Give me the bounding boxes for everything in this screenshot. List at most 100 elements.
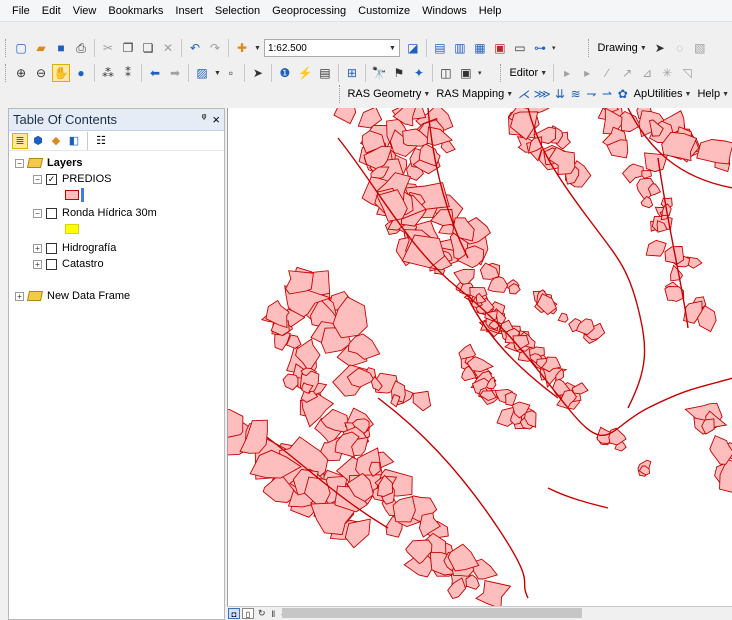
menu-item-windows[interactable]: Windows (416, 0, 473, 22)
split-icon[interactable]: ✳ (658, 64, 676, 82)
reshape-icon[interactable]: ◹ (678, 64, 696, 82)
collapse-icon[interactable]: − (33, 174, 42, 184)
collapse-icon[interactable]: − (15, 158, 24, 168)
identify-icon[interactable]: ❶ (276, 64, 294, 82)
ineffective-area-icon[interactable]: ⇀ (600, 85, 614, 103)
search-window-icon[interactable]: ▦ (471, 39, 489, 57)
menu-item-help[interactable]: Help (473, 0, 508, 22)
toolbar-grip[interactable] (500, 64, 503, 82)
layer-visibility-checkbox[interactable] (46, 207, 57, 219)
pan-icon[interactable]: ✋ (52, 64, 70, 82)
undo-icon[interactable]: ↶ (186, 39, 204, 57)
toolbar-grip[interactable] (588, 39, 591, 57)
redo-icon[interactable]: ↷ (206, 39, 224, 57)
zoom-in-icon[interactable]: ⊕ (12, 64, 30, 82)
toolbar-grip[interactable] (5, 39, 8, 57)
select-features-icon[interactable]: ▨ (193, 64, 211, 82)
stream-centerline-icon[interactable]: ⋌ (517, 85, 531, 103)
find-icon[interactable]: 🔭 (370, 64, 388, 82)
layer-visibility-checkbox[interactable] (46, 258, 57, 270)
menu-item-customize[interactable]: Customize (352, 0, 416, 22)
zoom-out-icon[interactable]: ⊖ (32, 64, 50, 82)
edit-tool-icon[interactable]: ▸ (558, 64, 576, 82)
data-view-icon[interactable]: ◘ (228, 608, 240, 619)
menu-item-geoprocessing[interactable]: Geoprocessing (266, 0, 352, 22)
add-data-icon[interactable]: ✚ (233, 39, 251, 57)
measure-icon[interactable]: ⊞ (343, 64, 361, 82)
new-document-icon[interactable]: ▢ (12, 39, 30, 57)
toolbar-grip[interactable] (5, 64, 8, 82)
list-by-visibility-icon[interactable]: ◆ (48, 133, 64, 149)
legend-swatch[interactable] (65, 224, 79, 234)
cross-section-icon[interactable]: ⋙ (533, 85, 551, 103)
expand-icon[interactable]: + (33, 259, 42, 269)
forward-extent-icon[interactable]: ➡ (166, 64, 184, 82)
print-icon[interactable]: ⎙ (72, 39, 90, 57)
straight-segment-icon[interactable]: ∕ (598, 64, 616, 82)
layout-view-icon[interactable]: ▯ (242, 608, 254, 619)
layer-item-hidrografia[interactable]: + Hidrografía (9, 240, 224, 256)
map-canvas[interactable] (228, 108, 732, 606)
assign-river-code-icon[interactable]: ✿ (616, 85, 630, 103)
menu-item-file[interactable]: File (6, 0, 36, 22)
select-elements-icon[interactable]: ➤ (249, 64, 267, 82)
paste-icon[interactable]: ❏ (139, 39, 157, 57)
close-icon[interactable]: × (212, 112, 220, 127)
cut-icon[interactable]: ✂ (99, 39, 117, 57)
edit-annotation-icon[interactable]: ▸ (578, 64, 596, 82)
arctoolbox-icon[interactable]: ▣ (491, 39, 509, 57)
menu-item-bookmarks[interactable]: Bookmarks (102, 0, 169, 22)
editor-menu[interactable]: Editor ▼ (506, 67, 550, 79)
copy-icon[interactable]: ❐ (119, 39, 137, 57)
open-icon[interactable]: ▰ (32, 39, 50, 57)
collapse-icon[interactable]: − (33, 208, 42, 218)
pin-icon[interactable]: ᵠ (202, 112, 207, 127)
sketch-icon[interactable]: ⊿ (638, 64, 656, 82)
flow-path-icon[interactable]: ⇊ (553, 85, 567, 103)
toolbar-grip[interactable] (339, 85, 341, 103)
layer-item-predios[interactable]: − ✓ PREDIOS (9, 171, 224, 187)
menu-item-selection[interactable]: Selection (209, 0, 266, 22)
aputilities-menu[interactable]: ApUtilities ▼ (631, 88, 695, 100)
menu-item-insert[interactable]: Insert (169, 0, 209, 22)
fixed-zoom-in-icon[interactable]: ⁂ (99, 64, 117, 82)
back-extent-icon[interactable]: ⬅ (146, 64, 164, 82)
trace-icon[interactable]: ↗ (618, 64, 636, 82)
list-by-selection-icon[interactable]: ◧ (66, 133, 82, 149)
banks-icon[interactable]: ≋ (569, 85, 583, 103)
delete-icon[interactable]: ✕ (159, 39, 177, 57)
html-popup-icon[interactable]: ▤ (316, 64, 334, 82)
hyperlink-icon[interactable]: ⚡ (296, 64, 314, 82)
list-by-source-icon[interactable]: ⬢ (30, 133, 46, 149)
time-slider-icon[interactable]: ◫ (437, 64, 455, 82)
chevron-down-icon[interactable]: ▼ (389, 45, 396, 52)
go-to-xy-icon[interactable]: ✦ (410, 64, 428, 82)
help-menu[interactable]: Help ▼ (694, 88, 732, 100)
model-builder-icon[interactable]: ⊶ (531, 39, 549, 57)
ras-mapping-menu[interactable]: RAS Mapping ▼ (433, 88, 516, 100)
map-display[interactable] (227, 108, 732, 606)
horizontal-scrollbar[interactable] (282, 608, 582, 618)
table-of-contents-icon[interactable]: ▤ (431, 39, 449, 57)
options-icon[interactable]: ☷ (93, 133, 109, 149)
pause-drawing-icon[interactable]: ‖ (272, 609, 276, 619)
data-frame-layers[interactable]: − Layers (9, 155, 224, 171)
menu-item-edit[interactable]: Edit (36, 0, 67, 22)
layer-item-catastro[interactable]: + Catastro (9, 256, 224, 272)
menu-item-view[interactable]: View (67, 0, 103, 22)
map-scale-combobox[interactable]: 1:62.500 ▼ (263, 39, 400, 57)
python-window-icon[interactable]: ▭ (511, 39, 529, 57)
list-by-drawing-order-icon[interactable]: ≣ (12, 132, 28, 149)
fixed-zoom-out-icon[interactable]: ⁑ (119, 64, 137, 82)
levee-icon[interactable]: ⇁ (585, 85, 599, 103)
refresh-icon[interactable]: ↻ (258, 608, 266, 619)
layer-item-ronda-hidrica[interactable]: − Ronda Hídrica 30m (9, 205, 224, 221)
zoom-to-selected-icon[interactable]: ▧ (691, 39, 709, 57)
clear-selection-icon[interactable]: ▫ (222, 64, 240, 82)
select-elements-icon[interactable]: ➤ (651, 39, 669, 57)
drawing-menu[interactable]: Drawing ▼ (594, 42, 649, 54)
find-route-icon[interactable]: ⚑ (390, 64, 408, 82)
full-extent-icon[interactable]: ● (72, 64, 90, 82)
data-frame-new[interactable]: + New Data Frame (9, 288, 224, 304)
editor-toolbar-icon[interactable]: ◪ (404, 39, 422, 57)
